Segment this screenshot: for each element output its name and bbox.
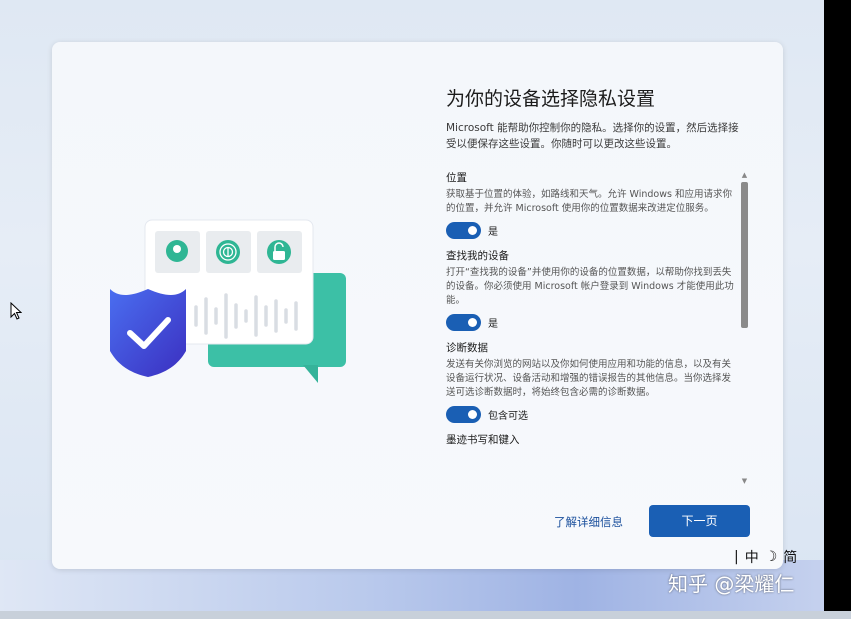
mouse-cursor-icon bbox=[10, 302, 22, 320]
scroll-down-icon[interactable]: ▼ bbox=[739, 476, 750, 486]
setting-title: 查找我的设备 bbox=[446, 250, 509, 262]
learn-more-link[interactable]: 了解详细信息 bbox=[554, 514, 623, 530]
location-icon bbox=[155, 231, 200, 273]
setting-description: 发送有关你浏览的网站以及你如何使用应用和功能的信息，以及有关设备运行状况、设备活… bbox=[446, 359, 732, 398]
setting-title: 诊断数据 bbox=[446, 342, 488, 354]
toggle-label: 是 bbox=[488, 319, 498, 330]
setting-title: 墨迹书写和键入 bbox=[446, 434, 520, 446]
screen-edge bbox=[824, 0, 851, 611]
moon-icon[interactable]: ☽ bbox=[765, 549, 778, 565]
scrollbar-thumb[interactable] bbox=[741, 182, 748, 328]
settings-list[interactable]: 位置 获取基于位置的体验，如路线和天气。允许 Windows 和应用请求你的位置… bbox=[446, 170, 736, 487]
page-description: Microsoft 能帮助你控制你的隐私。选择你的设置，然后选择接受以便保存这些… bbox=[446, 122, 739, 150]
toggle-label: 是 bbox=[488, 227, 498, 238]
ime-separator: | bbox=[734, 549, 739, 565]
settings-scrollbar[interactable]: ▲ ▼ bbox=[739, 170, 750, 486]
setting-title: 位置 bbox=[446, 172, 467, 184]
watermark: 知乎 @梁耀仁 bbox=[668, 572, 795, 596]
find-my-device-toggle[interactable] bbox=[446, 314, 481, 331]
setting-description: 获取基于位置的体验，如路线和天气。允许 Windows 和应用请求你的位置，并允… bbox=[446, 189, 732, 214]
ime-indicator[interactable]: | 中 ☽ 简 bbox=[734, 546, 824, 568]
page-title: 为你的设备选择隐私设置 bbox=[446, 88, 656, 110]
ime-mode[interactable]: 中 bbox=[745, 547, 759, 567]
scroll-up-icon[interactable]: ▲ bbox=[739, 170, 750, 180]
setting-find-my-device: 查找我的设备 打开“查找我的设备”并使用你的设备的位置数据，以帮助你找到丢失的设… bbox=[446, 248, 736, 331]
setting-inking-typing: 墨迹书写和键入 bbox=[446, 432, 736, 447]
shield-check-icon bbox=[110, 289, 186, 377]
bottom-bar bbox=[0, 611, 851, 619]
ime-script[interactable]: 简 bbox=[783, 547, 797, 567]
fingerprint-icon bbox=[206, 231, 251, 273]
next-button[interactable]: 下一页 bbox=[649, 505, 750, 537]
privacy-illustration bbox=[110, 219, 346, 383]
toggle-label: 包含可选 bbox=[488, 411, 528, 422]
setting-location: 位置 获取基于位置的体验，如路线和天气。允许 Windows 和应用请求你的位置… bbox=[446, 170, 736, 239]
oobe-card: 为你的设备选择隐私设置 Microsoft 能帮助你控制你的隐私。选择你的设置，… bbox=[52, 42, 783, 569]
diagnostic-data-toggle[interactable] bbox=[446, 406, 481, 423]
location-toggle[interactable] bbox=[446, 222, 481, 239]
unlock-icon bbox=[257, 231, 302, 273]
setting-description: 打开“查找我的设备”并使用你的设备的位置数据，以帮助你找到丢失的设备。你必须使用… bbox=[446, 267, 734, 306]
setting-diagnostic-data: 诊断数据 发送有关你浏览的网站以及你如何使用应用和功能的信息，以及有关设备运行状… bbox=[446, 340, 736, 423]
